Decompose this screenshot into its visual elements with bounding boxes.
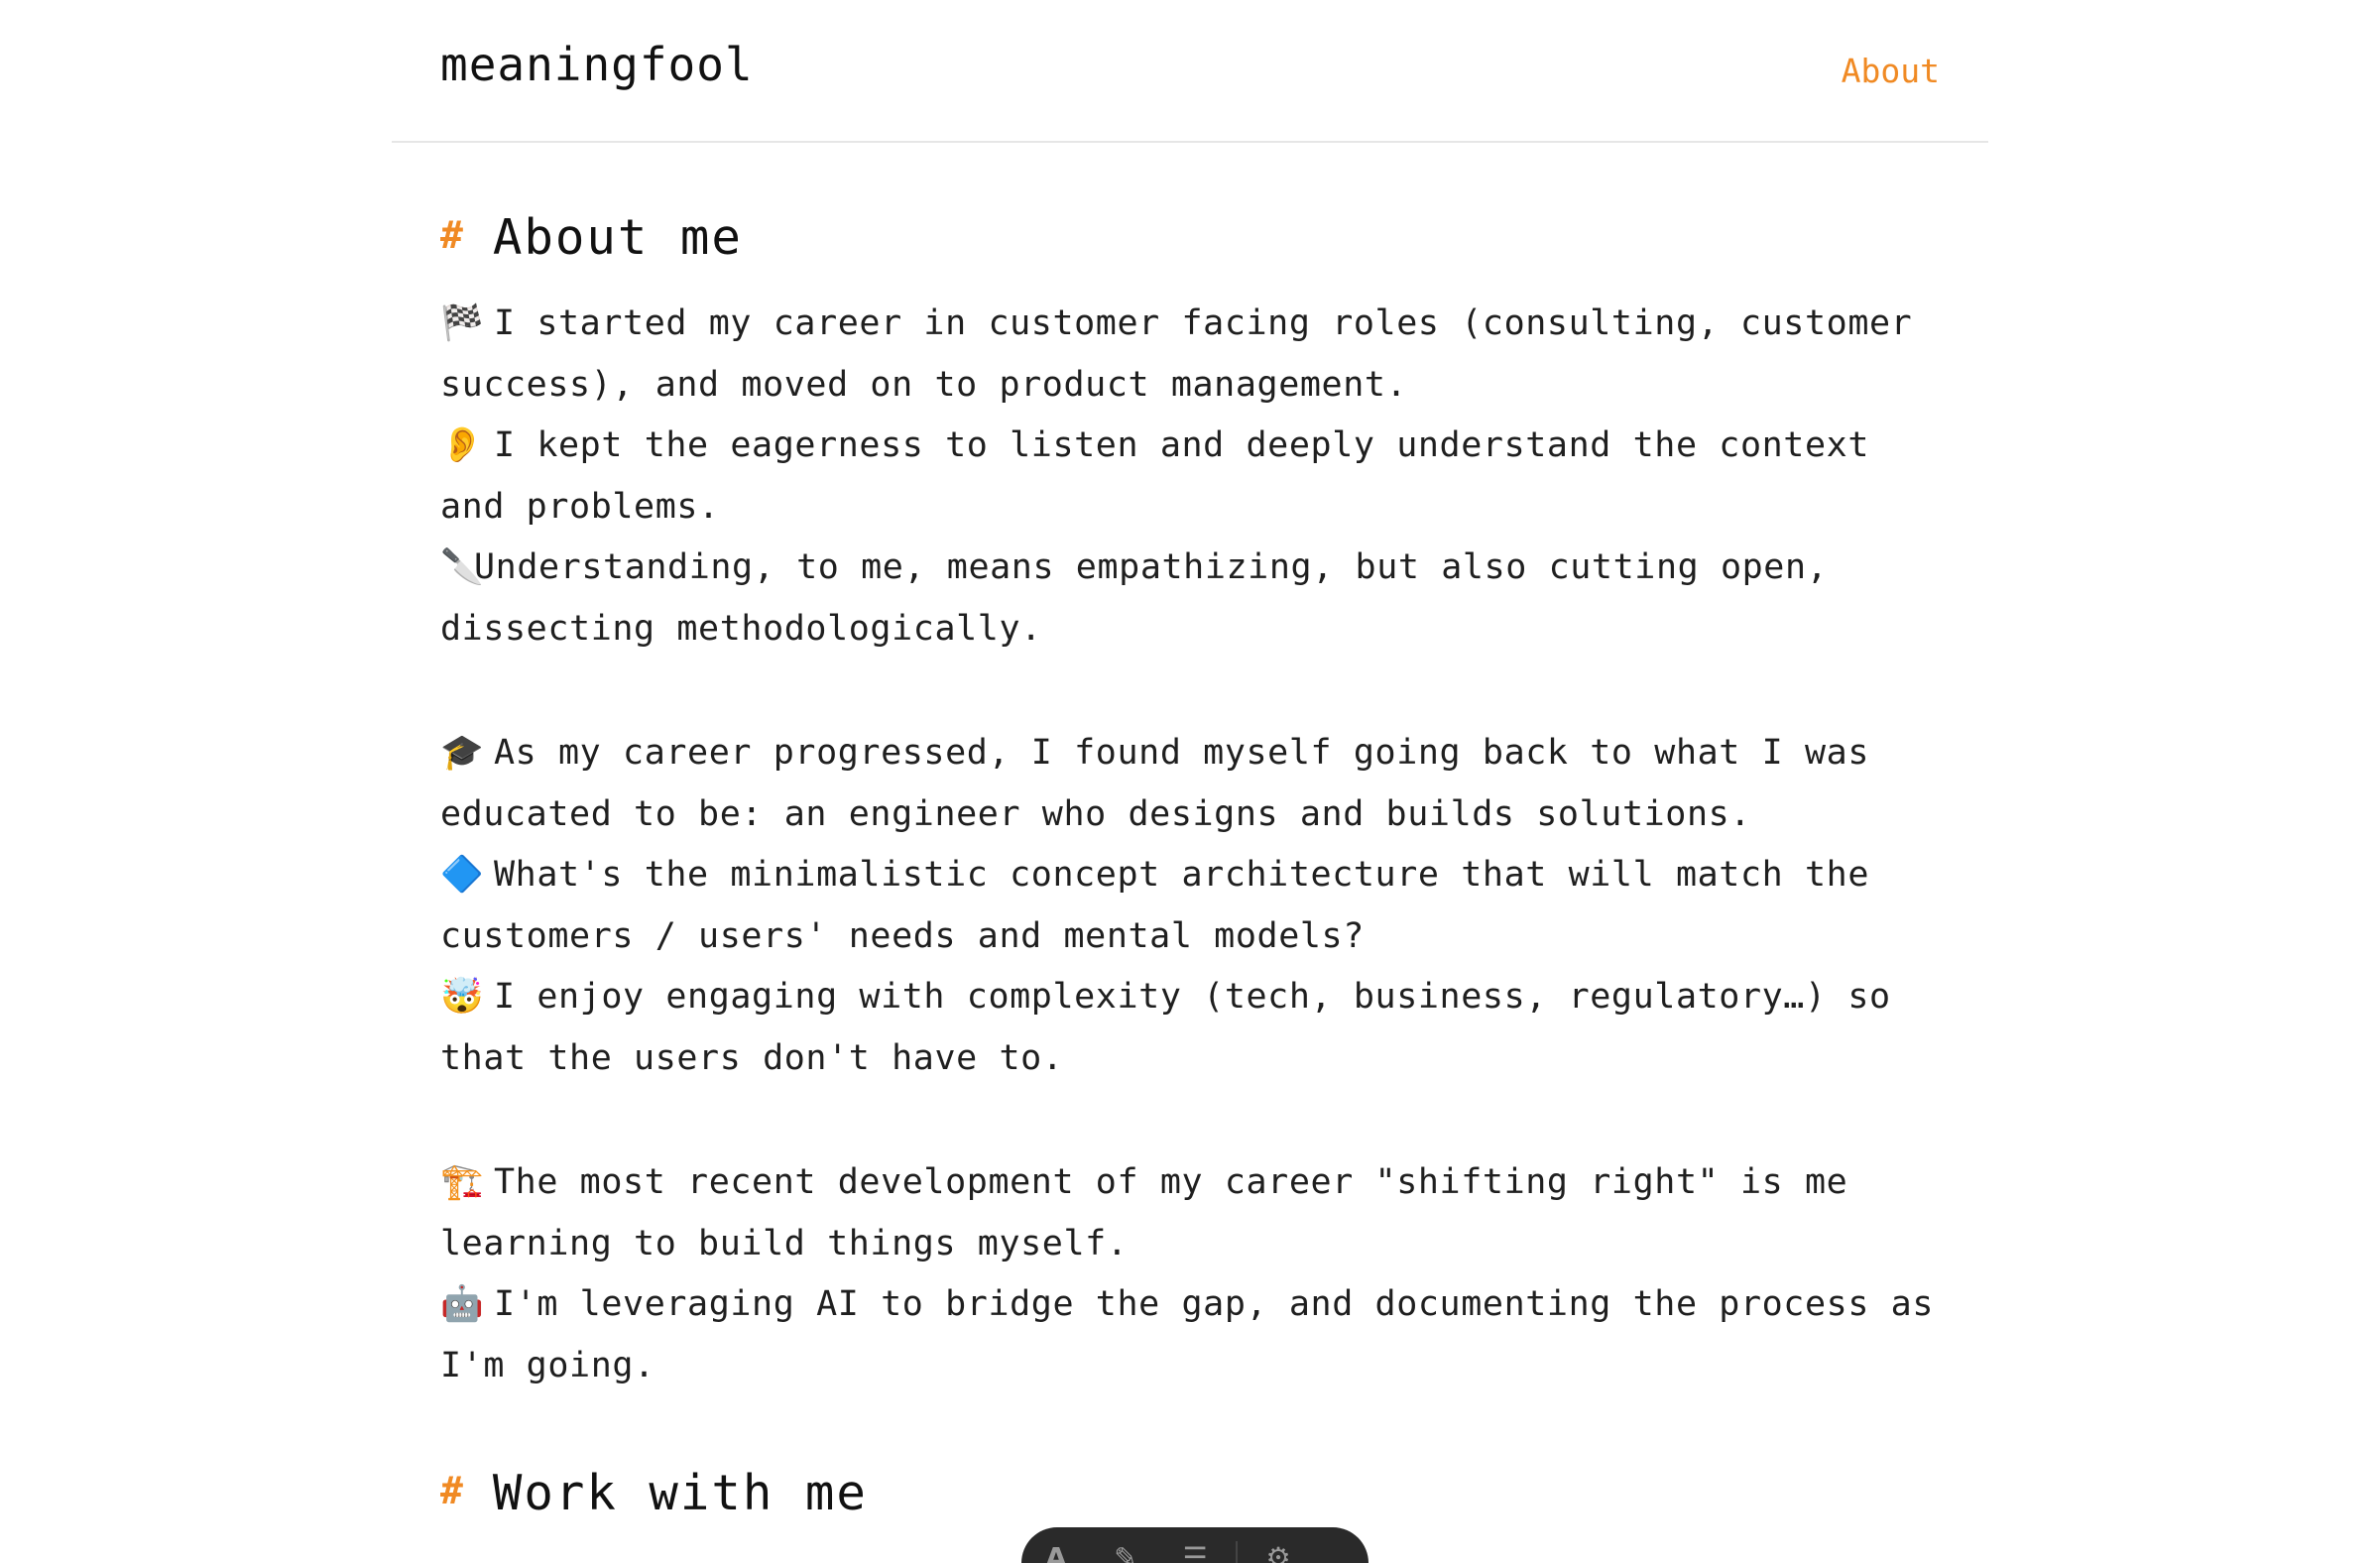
graduation-cap-icon: 🎓	[440, 733, 485, 773]
blue-diamond-icon: 🔷	[440, 855, 485, 895]
exploding-head-icon: 🤯	[440, 977, 485, 1017]
about-paragraph-2: 🎓 As my career progressed, I found myself…	[440, 723, 1948, 1089]
settings-icon[interactable]: ⚙	[1244, 1541, 1313, 1563]
about-line-listen: 👂 I kept the eagerness to listen and deep…	[440, 416, 1948, 477]
about-line-text: As my career progressed, I found myself …	[494, 733, 1869, 773]
heading-hash-icon: #	[440, 213, 465, 257]
about-line-text: I enjoy engaging with complexity (tech, …	[494, 977, 1891, 1017]
about-line-shifting-right: 🏗️ The most recent development of my care…	[440, 1152, 1948, 1214]
about-line-continuation: that the users don't have to.	[440, 1037, 1064, 1078]
checkered-flag-icon: 🏁	[440, 303, 485, 343]
about-line-continuation: educated to be: an engineer who designs …	[440, 793, 1751, 834]
about-line-continuation: learning to build things myself.	[440, 1223, 1129, 1263]
site-header: meaningfool About	[392, 0, 1988, 143]
main-content: # About me 🏁 I started my career in custo…	[440, 198, 1948, 1531]
about-line-architecture: 🔷 What's the minimalistic concept archite…	[440, 845, 1948, 906]
about-line-text: What's the minimalistic concept architec…	[494, 855, 1869, 895]
list-icon[interactable]: ☰	[1160, 1541, 1230, 1563]
about-line-ai: 🤖 I'm leveraging AI to bridge the gap, an…	[440, 1274, 1948, 1336]
nav-about-link[interactable]: About	[1842, 52, 1940, 90]
site-title-link[interactable]: meaningfool	[440, 38, 754, 91]
construction-icon: 🏗️	[440, 1162, 485, 1202]
ear-icon: 👂	[440, 425, 485, 465]
about-me-heading: # About me	[440, 198, 1948, 276]
about-line-continuation: dissecting methodologically.	[440, 608, 1042, 649]
heading-hash-icon: #	[440, 1469, 465, 1512]
about-paragraph-1: 🏁 I started my career in customer facing …	[440, 294, 1948, 660]
about-line-text: I started my career in customer facing r…	[494, 303, 1913, 343]
toolbar-divider	[1236, 1541, 1238, 1563]
work-with-me-heading: # Work with me	[440, 1454, 1948, 1531]
about-paragraph-3: 🏗️ The most recent development of my care…	[440, 1152, 1948, 1396]
work-with-me-title: Work with me	[492, 1464, 868, 1521]
about-line-continuation: I'm going.	[440, 1345, 655, 1385]
about-line-understanding: 🔪Understanding, to me, means empathizing…	[440, 538, 1948, 599]
robot-icon: 🤖	[440, 1284, 485, 1324]
about-line-text: Understanding, to me, means empathizing,…	[474, 547, 1829, 587]
about-line-text: I'm leveraging AI to bridge the gap, and…	[494, 1284, 1935, 1324]
about-line-complexity: 🤯 I enjoy engaging with complexity (tech,…	[440, 967, 1948, 1028]
page: meaningfool About # About me 🏁 I started …	[0, 0, 2380, 1563]
about-line-progressed: 🎓 As my career progressed, I found myself…	[440, 723, 1948, 784]
about-line-text: The most recent development of my career…	[494, 1162, 1848, 1202]
text-icon[interactable]: A	[1021, 1541, 1091, 1563]
knife-icon: 🔪	[440, 547, 485, 587]
pen-icon[interactable]: ✎	[1091, 1541, 1160, 1563]
about-line-continuation: success), and moved on to product manage…	[440, 364, 1408, 405]
about-line-text: I kept the eagerness to listen and deepl…	[494, 425, 1869, 465]
about-line-career-start: 🏁 I started my career in customer facing …	[440, 294, 1948, 355]
about-line-continuation: and problems.	[440, 486, 720, 527]
floating-toolbar: A ✎ ☰ ⚙	[1021, 1527, 1368, 1563]
about-line-continuation: customers / users' needs and mental mode…	[440, 915, 1365, 956]
about-me-title: About me	[492, 208, 743, 266]
